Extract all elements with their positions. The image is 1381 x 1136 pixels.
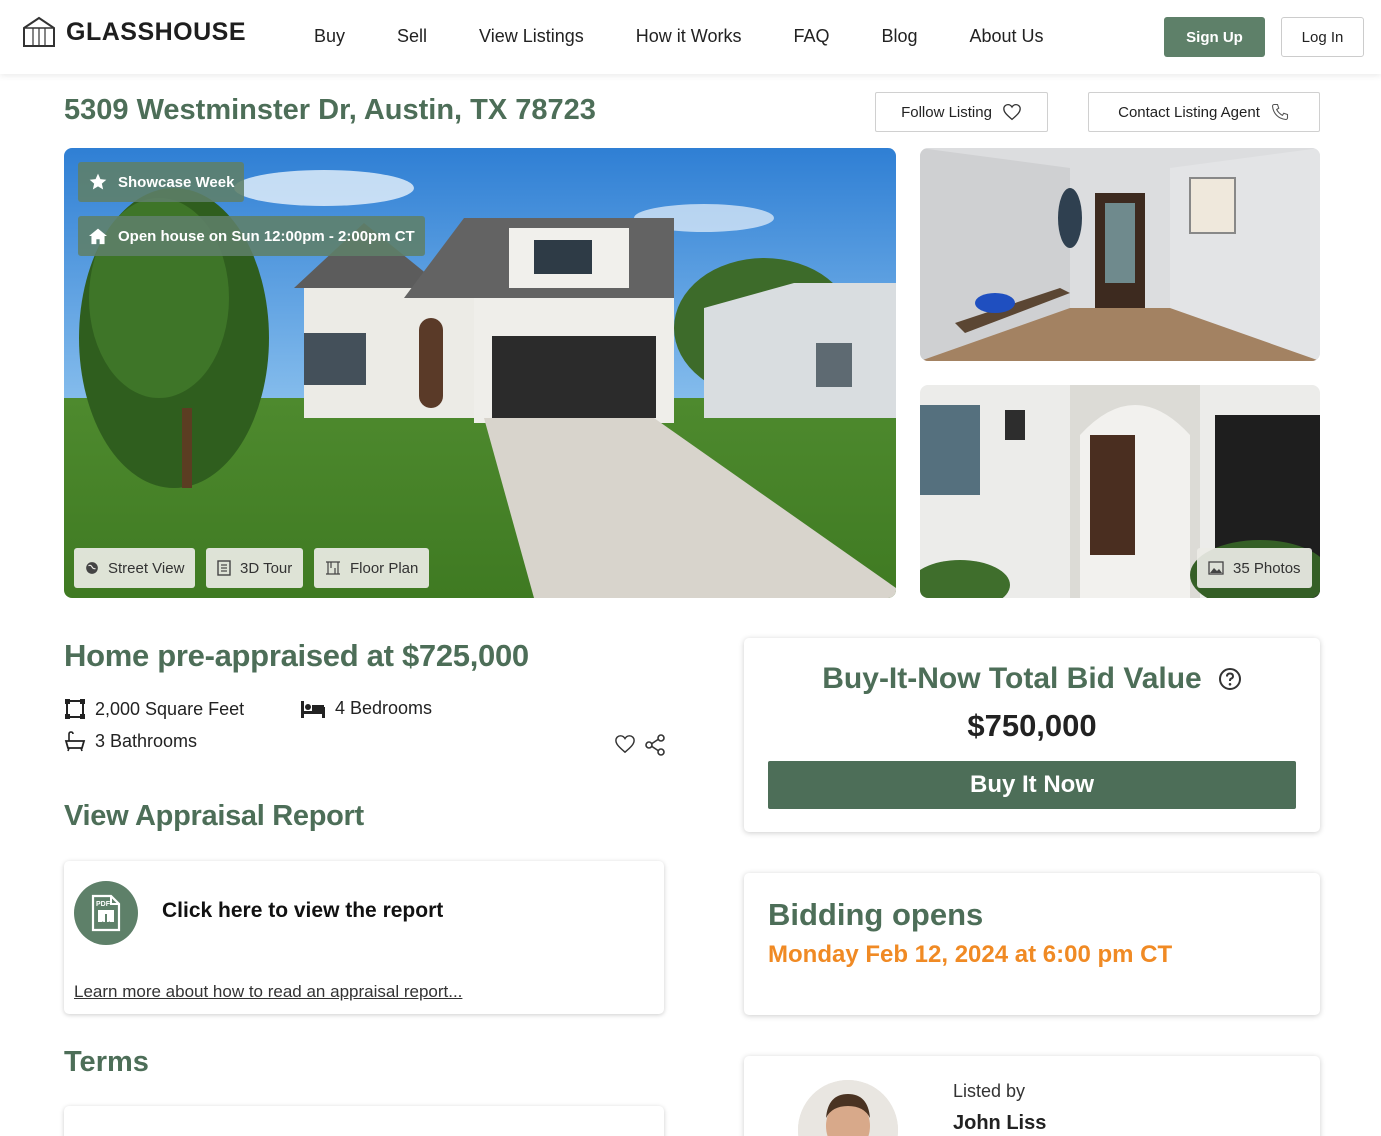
buy-it-now-card: Buy-It-Now Total Bid Value $750,000 Buy … [744, 638, 1320, 832]
globe-icon [86, 562, 98, 574]
feature-bedrooms: 4 Bedrooms [300, 698, 432, 719]
3d-tour-button[interactable]: 3D Tour [206, 548, 304, 588]
nav-sell[interactable]: Sell [371, 26, 453, 47]
nav-buy[interactable]: Buy [288, 26, 371, 47]
contact-agent-label: Contact Listing Agent [1118, 103, 1260, 121]
bathtub-icon [64, 731, 86, 752]
log-in-button[interactable]: Log In [1281, 17, 1364, 57]
phone-icon [1271, 103, 1288, 121]
bedrooms-value: 4 Bedrooms [335, 698, 433, 718]
3d-tour-icon [217, 560, 231, 576]
learn-more-appraisal-link[interactable]: Learn more about how to read an appraisa… [74, 982, 462, 1002]
floor-plan-label: Floor Plan [350, 559, 419, 577]
nav-about-us[interactable]: About Us [944, 26, 1070, 47]
bidding-opens-date: Monday Feb 12, 2024 at 6:00 pm CT [768, 941, 1173, 968]
bathrooms-value: 3 Bathrooms [95, 730, 198, 751]
svg-text:PDF: PDF [96, 901, 111, 908]
terms-heading: Terms [64, 1046, 149, 1078]
terms-card [64, 1106, 664, 1136]
showcase-week-label: Showcase Week [118, 173, 235, 191]
listing-agent-card: Listed by John Liss [744, 1056, 1320, 1136]
open-house-badge: Open house on Sun 12:00pm - 2:00pm CT [78, 216, 425, 256]
square-feet-value: 2,000 Square Feet [95, 698, 245, 719]
nav-how-it-works[interactable]: How it Works [610, 26, 768, 47]
buy-it-now-title: Buy-It-Now Total Bid Value [822, 662, 1202, 695]
site-header: GLASSHOUSE Buy Sell View Listings How it… [0, 0, 1381, 74]
pdf-download-icon[interactable]: PDF [74, 881, 138, 945]
save-share-actions [614, 734, 666, 756]
brand-logo[interactable]: GLASSHOUSE [22, 16, 246, 48]
bidding-opens-title: Bidding opens [768, 897, 984, 932]
listing-address: 5309 Westminster Dr, Austin, TX 78723 [64, 94, 596, 126]
feature-bathrooms: 3 Bathrooms [64, 730, 197, 752]
open-house-label: Open house on Sun 12:00pm - 2:00pm CT [118, 227, 415, 245]
listed-by-label: Listed by [953, 1081, 1026, 1101]
image-icon [1208, 561, 1224, 575]
heart-icon [1003, 103, 1021, 121]
appraisal-report-heading: View Appraisal Report [64, 800, 364, 832]
heart-icon[interactable] [614, 734, 636, 754]
nav-faq[interactable]: FAQ [767, 26, 855, 47]
buy-it-now-value: $750,000 [967, 708, 1097, 743]
house-icon [89, 228, 107, 245]
brand-name: GLASSHOUSE [66, 17, 247, 46]
help-icon[interactable] [1218, 667, 1242, 691]
nav-view-listings[interactable]: View Listings [453, 26, 610, 47]
square-footage-icon [65, 699, 85, 719]
showcase-week-badge: Showcase Week [78, 162, 245, 202]
street-view-label: Street View [108, 559, 185, 577]
star-icon [89, 173, 107, 190]
bidding-opens-card: Bidding opens Monday Feb 12, 2024 at 6:0… [744, 873, 1320, 1015]
feature-square-feet: 2,000 Square Feet [64, 698, 244, 720]
hallway-photo[interactable] [920, 148, 1320, 361]
contact-agent-button[interactable]: Contact Listing Agent [1088, 92, 1320, 132]
appraisal-report-card[interactable]: PDF Click here to view the report Learn … [64, 861, 664, 1014]
street-view-button[interactable]: Street View [74, 548, 196, 588]
sign-up-button[interactable]: Sign Up [1164, 17, 1265, 57]
agent-name[interactable]: John Liss [953, 1112, 1046, 1135]
buy-it-now-button[interactable]: Buy It Now [768, 761, 1296, 809]
photos-count-label: 35 Photos [1233, 559, 1301, 577]
main-nav: Buy Sell View Listings How it Works FAQ … [288, 0, 1070, 72]
view-report-link[interactable]: Click here to view the report [162, 899, 443, 923]
3d-tour-label: 3D Tour [240, 559, 293, 577]
bed-icon [301, 700, 325, 718]
all-photos-button[interactable]: 35 Photos [1197, 548, 1312, 588]
buy-it-now-title-row: Buy-It-Now Total Bid Value [744, 662, 1320, 696]
share-icon[interactable] [644, 734, 666, 756]
glasshouse-logo-icon [23, 16, 55, 47]
floor-plan-icon [326, 561, 340, 575]
floor-plan-button[interactable]: Floor Plan [314, 548, 430, 588]
nav-blog[interactable]: Blog [855, 26, 943, 47]
preappraised-heading: Home pre-appraised at $725,000 [64, 638, 529, 673]
follow-listing-button[interactable]: Follow Listing [875, 92, 1048, 132]
follow-listing-label: Follow Listing [901, 103, 992, 121]
agent-avatar [798, 1080, 898, 1136]
